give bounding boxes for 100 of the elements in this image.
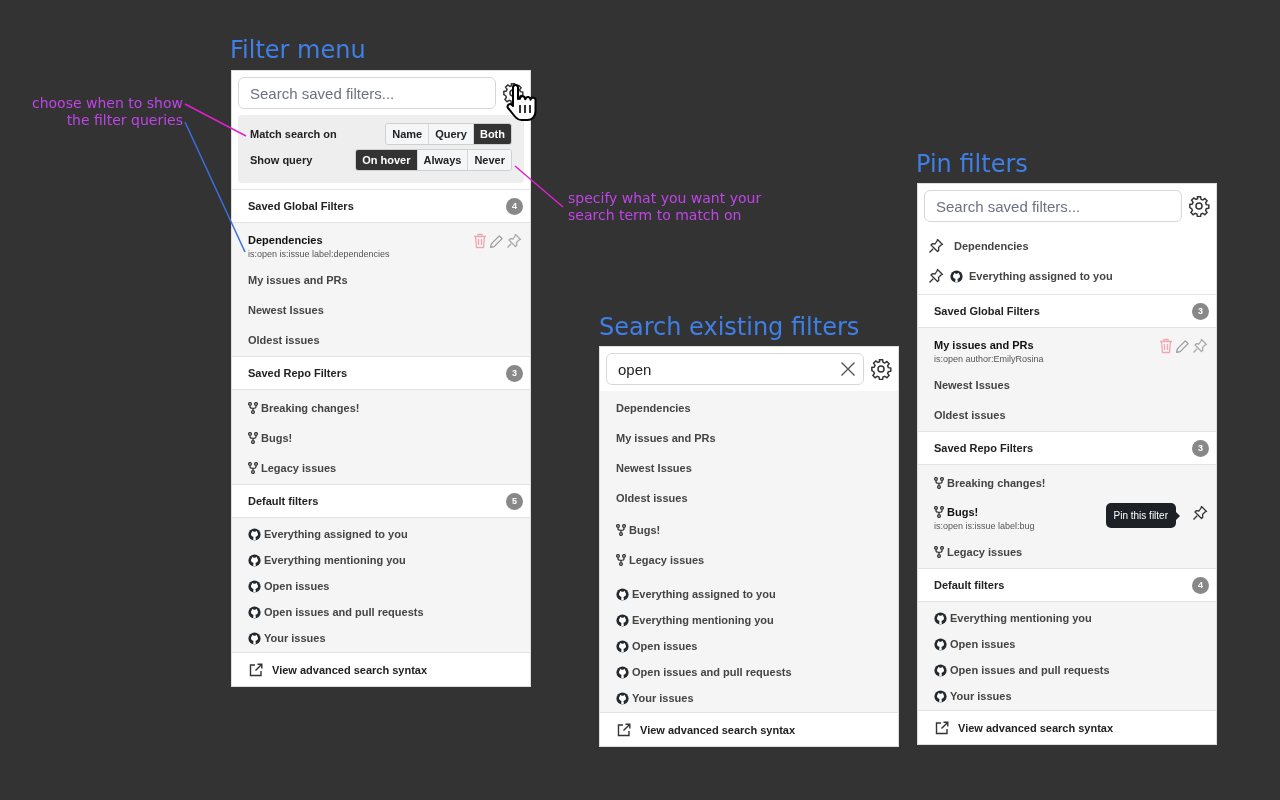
filter-name[interactable]: Bugs!: [629, 524, 661, 536]
filter-name[interactable]: Newest Issues: [934, 379, 1010, 391]
octocat-logo-icon: [934, 689, 947, 703]
advanced-search-link[interactable]: View advanced search syntax: [272, 663, 428, 676]
panel-title: Search existing filters: [599, 313, 860, 341]
delete-button[interactable]: [473, 233, 487, 249]
filter-name[interactable]: Oldest issues: [248, 334, 320, 346]
filter-name[interactable]: Open issues and pull requests: [264, 606, 424, 618]
filter-query: is:open author:EmilyRosina: [934, 353, 1045, 364]
edit-button[interactable]: [489, 233, 504, 249]
octocat-logo-icon: [248, 631, 261, 645]
search-field[interactable]: open: [606, 353, 864, 385]
filter-name[interactable]: Everything mentioning you: [950, 612, 1092, 624]
filter-name[interactable]: Everything mentioning you: [632, 614, 774, 626]
external-link-icon: [935, 720, 949, 735]
octocat-logo-icon: [248, 527, 261, 541]
settings-button[interactable]: [1188, 195, 1210, 217]
delete-button[interactable]: [1159, 338, 1173, 354]
section-title: Saved Global Filters: [934, 305, 1040, 317]
setting-label: Match search on: [250, 128, 337, 140]
octocat-logo-icon: [934, 663, 947, 677]
option-button[interactable]: Never: [467, 150, 511, 170]
filter-name[interactable]: Open issues: [950, 638, 1016, 650]
external-link-icon: [617, 722, 631, 737]
filter-name[interactable]: Bugs!: [947, 505, 979, 518]
filter-name[interactable]: Oldest issues: [616, 492, 688, 504]
octocat-logo-icon: [616, 665, 629, 679]
search-field[interactable]: Search saved filters...: [238, 77, 496, 109]
filter-query: is:open is:issue label:bug: [934, 520, 1036, 531]
octocat-logo-icon: [248, 605, 261, 619]
fork-icon: [248, 462, 258, 474]
octocat-logo-icon: [950, 269, 963, 283]
filter-name[interactable]: Legacy issues: [947, 546, 1023, 558]
settings-button[interactable]: [870, 358, 892, 380]
octocat-logo-icon: [616, 587, 629, 601]
pin-icon: [928, 238, 944, 254]
filter-name[interactable]: Legacy issues: [629, 554, 705, 566]
filter-name[interactable]: Your issues: [264, 632, 326, 644]
section-title: Default filters: [248, 495, 319, 507]
filter-name[interactable]: Everything mentioning you: [264, 554, 406, 566]
option-button[interactable]: Always: [416, 150, 468, 170]
filter-name[interactable]: Newest Issues: [248, 304, 324, 316]
count-badge: 4: [1192, 576, 1209, 594]
advanced-search-link[interactable]: View advanced search syntax: [958, 721, 1114, 734]
filter-name[interactable]: Everything assigned to you: [632, 588, 776, 600]
octocat-logo-icon: [616, 639, 629, 653]
filter-name[interactable]: Your issues: [632, 692, 694, 704]
filter-name[interactable]: Legacy issues: [261, 462, 337, 474]
filter-name[interactable]: Newest Issues: [616, 462, 692, 474]
external-link-icon: [249, 662, 263, 677]
search-field[interactable]: Search saved filters...: [924, 190, 1182, 222]
leader-line: [514, 165, 564, 208]
count-badge: 4: [506, 197, 523, 215]
octocat-logo-icon: [616, 613, 629, 627]
pinned-filter[interactable]: Dependencies: [954, 240, 1029, 252]
option-button[interactable]: Name: [386, 124, 429, 144]
filter-name[interactable]: Dependencies: [616, 402, 691, 414]
pinned-filter[interactable]: Everything assigned to you: [969, 270, 1113, 282]
section-title: Saved Repo Filters: [248, 367, 348, 379]
filter-name[interactable]: Open issues and pull requests: [632, 666, 792, 678]
filter-name[interactable]: My issues and PRs: [248, 274, 348, 286]
filter-name[interactable]: Your issues: [950, 690, 1012, 702]
filter-name[interactable]: Open issues: [632, 640, 698, 652]
filter-name[interactable]: Breaking changes!: [947, 477, 1046, 489]
count-badge: 3: [1192, 439, 1209, 457]
octocat-logo-icon: [616, 691, 629, 705]
filter-name[interactable]: My issues and PRs: [616, 432, 716, 444]
filter-name[interactable]: Oldest issues: [934, 409, 1006, 421]
panel-title: Filter menu: [230, 36, 366, 64]
octocat-logo-icon: [248, 553, 261, 567]
annotation-text: choose when to show the filter queries: [31, 95, 183, 129]
fork-icon: [616, 554, 626, 566]
annotation-text: specify what you want your search term to match on: [568, 190, 763, 224]
edit-button[interactable]: [1175, 338, 1190, 354]
filter-name[interactable]: Bugs!: [261, 432, 293, 444]
fork-icon: [248, 432, 258, 444]
filter-name[interactable]: My issues and PRs: [934, 338, 1034, 351]
filter-name[interactable]: Dependencies: [248, 233, 323, 246]
clear-button[interactable]: [840, 361, 856, 377]
filter-name[interactable]: Everything assigned to you: [264, 528, 408, 540]
setting-label: Show query: [250, 154, 313, 166]
filter-query: is:open is:issue label:dependencies: [248, 248, 391, 259]
option-button[interactable]: Both: [472, 124, 511, 144]
section-title: Saved Global Filters: [248, 200, 354, 212]
section-title: Saved Repo Filters: [934, 442, 1034, 454]
octocat-logo-icon: [248, 579, 261, 593]
advanced-search-link[interactable]: View advanced search syntax: [640, 723, 796, 736]
filter-name[interactable]: Open issues and pull requests: [950, 664, 1110, 676]
section-title: Default filters: [934, 579, 1005, 591]
filter-name[interactable]: Breaking changes!: [261, 402, 360, 414]
option-button[interactable]: Query: [428, 124, 473, 144]
fork-icon: [616, 524, 626, 536]
pin-icon: [928, 268, 944, 284]
count-badge: 3: [1192, 302, 1209, 320]
octocat-logo-icon: [934, 611, 947, 625]
fork-icon: [934, 546, 944, 558]
pin-button[interactable]: [1192, 505, 1208, 521]
option-button[interactable]: On hover: [356, 150, 417, 170]
filter-name[interactable]: Open issues: [264, 580, 330, 592]
fork-icon: [934, 477, 944, 489]
